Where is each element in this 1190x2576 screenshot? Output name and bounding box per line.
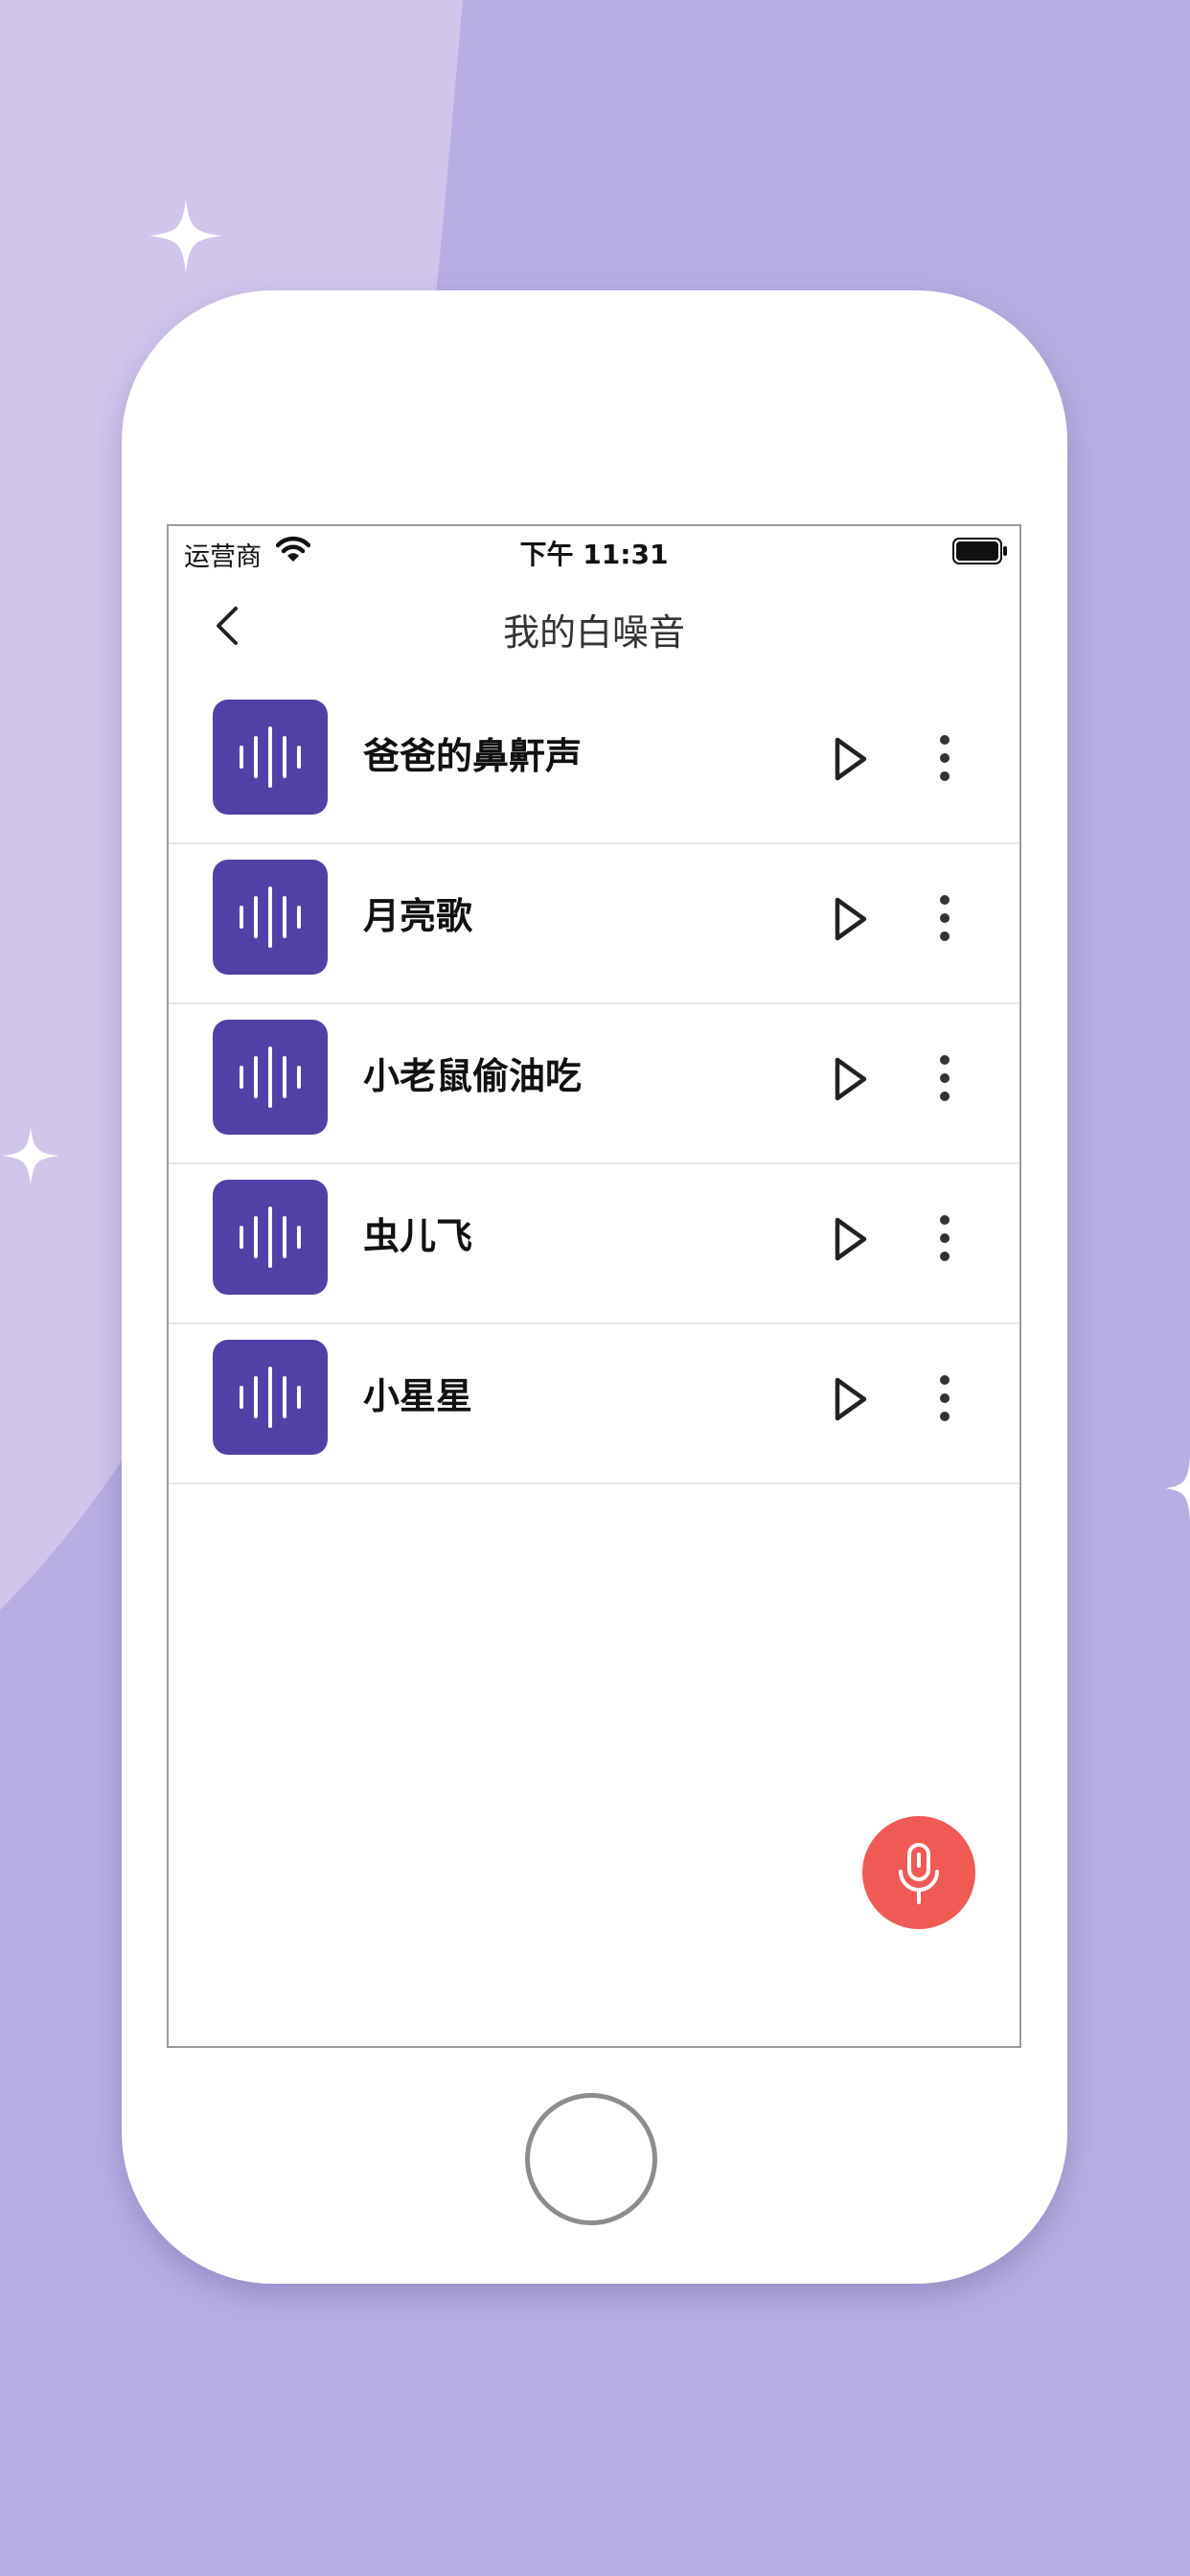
app-screen: 运营商 下午 11:31 我的白噪音 爸爸的鼻鼾声 月亮歌 小老鼠偷油吃 虫儿飞…: [167, 524, 1021, 2048]
sound-wave-icon: [240, 1046, 301, 1108]
more-vertical-icon: [940, 895, 950, 941]
more-options-button[interactable]: [927, 728, 962, 788]
list-item[interactable]: 小星星: [169, 1324, 1019, 1484]
marketing-canvas: 运营商 下午 11:31 我的白噪音 爸爸的鼻鼾声 月亮歌 小老鼠偷油吃 虫儿飞…: [0, 0, 1190, 2576]
more-vertical-icon: [940, 1215, 950, 1261]
sound-wave-icon: [240, 886, 301, 948]
play-button[interactable]: [822, 1212, 876, 1266]
sparkle-icon: [1165, 1457, 1190, 1520]
sound-thumbnail: [213, 700, 328, 815]
list-item[interactable]: 爸爸的鼻鼾声: [169, 684, 1019, 844]
play-button[interactable]: [822, 732, 876, 786]
sparkle-icon: [2, 1127, 59, 1184]
more-vertical-icon: [940, 735, 950, 781]
status-time: 下午 11:31: [519, 539, 669, 570]
play-icon: [835, 897, 867, 941]
record-button[interactable]: [862, 1816, 975, 1929]
status-bar: 运营商 下午 11:31: [169, 526, 1019, 580]
battery-icon: [952, 538, 1007, 564]
sound-title: 小老鼠偷油吃: [363, 1055, 583, 1097]
home-button[interactable]: [525, 2093, 657, 2225]
more-vertical-icon: [940, 1055, 950, 1101]
list-item[interactable]: 小老鼠偷油吃: [169, 1004, 1019, 1164]
sound-thumbnail: [213, 1180, 328, 1295]
sound-title: 小星星: [363, 1375, 473, 1417]
sound-list: 爸爸的鼻鼾声 月亮歌 小老鼠偷油吃 虫儿飞 小星星: [169, 684, 1019, 1484]
more-options-button[interactable]: [927, 888, 962, 948]
sound-title: 虫儿飞: [363, 1215, 473, 1257]
play-icon: [835, 1377, 867, 1421]
list-item[interactable]: 虫儿飞: [169, 1164, 1019, 1324]
play-button[interactable]: [822, 892, 876, 946]
sound-wave-icon: [240, 726, 301, 788]
more-options-button[interactable]: [927, 1208, 962, 1268]
page-title: 我的白噪音: [502, 611, 685, 654]
microphone-icon: [899, 1843, 939, 1904]
sparkle-icon: [149, 199, 222, 272]
more-options-button[interactable]: [927, 1048, 962, 1108]
play-button[interactable]: [822, 1052, 876, 1106]
play-button[interactable]: [822, 1372, 876, 1426]
sound-thumbnail: [213, 1340, 328, 1455]
play-icon: [835, 1057, 867, 1101]
sound-thumbnail: [213, 860, 328, 975]
more-vertical-icon: [940, 1375, 950, 1421]
sound-wave-icon: [240, 1367, 301, 1428]
sound-wave-icon: [240, 1207, 301, 1268]
play-icon: [835, 737, 867, 781]
list-item[interactable]: 月亮歌: [169, 844, 1019, 1004]
navigation-bar: 我的白噪音: [169, 580, 1019, 672]
sound-thumbnail: [213, 1020, 328, 1135]
play-icon: [835, 1217, 867, 1261]
sound-title: 爸爸的鼻鼾声: [363, 735, 583, 777]
sound-title: 月亮歌: [363, 895, 473, 937]
more-options-button[interactable]: [927, 1368, 962, 1428]
